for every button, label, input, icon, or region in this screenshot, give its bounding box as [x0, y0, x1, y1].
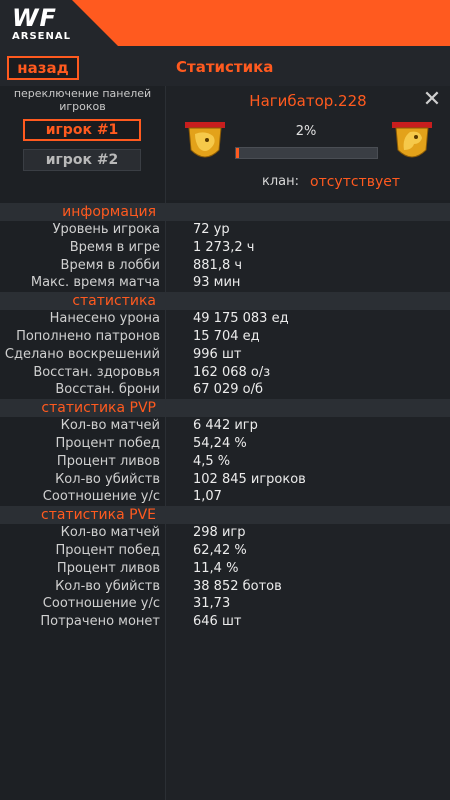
stat-value: 62,42 %	[193, 542, 247, 558]
player-2-button[interactable]: игрок #2	[23, 149, 141, 171]
stat-value: 67 029 о/б	[193, 382, 263, 398]
stat-value: 162 068 о/з	[193, 364, 271, 380]
stat-label: Процент побед	[55, 435, 161, 451]
stat-label: Время в игре	[69, 239, 160, 255]
stat-value: 1 273,2 ч	[193, 239, 255, 255]
section-header-bg-right	[166, 399, 450, 418]
stat-value: 93 мин	[193, 275, 241, 291]
lion-emblem-icon	[185, 122, 225, 158]
stat-row: Потрачено монет 646 шт	[0, 613, 450, 631]
stat-label: Процент побед	[55, 542, 161, 558]
stat-label: Кол-во матчей	[60, 418, 160, 434]
back-button[interactable]: назад	[7, 56, 79, 80]
player-switch-label: переключение панелей игроков	[13, 87, 152, 113]
stat-row: Время в лобби 881,8 ч	[0, 257, 450, 275]
page-title: Статистика	[176, 58, 274, 76]
stat-label: Кол-во матчей	[60, 525, 160, 541]
stat-value: 996 шт	[193, 346, 242, 362]
stat-label: Потрачено монет	[40, 614, 160, 630]
stat-row: Кол-во матчей 298 игр	[0, 524, 450, 542]
stat-row: Кол-во убийств 38 852 ботов	[0, 578, 450, 596]
stat-row: Кол-во убийств 102 845 игроков	[0, 471, 450, 489]
section-header-bg-right	[166, 506, 450, 525]
stat-label: Процент ливов	[56, 560, 160, 576]
section-title: статистика PVE	[41, 507, 156, 524]
section-title: информация	[62, 204, 156, 220]
stat-value: 298 игр	[193, 525, 246, 541]
stat-label: Время в лобби	[60, 257, 160, 273]
stat-value: 646 шт	[193, 614, 242, 630]
stat-row: Процент побед 62,42 %	[0, 542, 450, 560]
horse-emblem-icon	[392, 122, 432, 158]
section-header-bg-right	[166, 292, 450, 311]
section-header: статистика	[0, 292, 450, 311]
stat-label: Соотношение у/с	[42, 596, 160, 612]
stat-row: Время в игре 1 273,2 ч	[0, 239, 450, 257]
stat-row: Восстан. здоровья 162 068 о/з	[0, 364, 450, 382]
stat-value: 1,07	[193, 489, 222, 505]
stat-value: 72 ур	[193, 222, 230, 237]
stat-row: Макс. время матча 93 мин	[0, 274, 450, 292]
player-1-button[interactable]: игрок #1	[23, 119, 141, 141]
stat-value: 11,4 %	[193, 560, 239, 576]
stat-value: 31,73	[193, 596, 231, 612]
stat-label: Процент ливов	[56, 453, 160, 469]
section-header-bg-right	[166, 203, 450, 221]
clan-value: отсутствует	[310, 174, 401, 190]
level-progress-bar	[235, 147, 378, 159]
section-header: статистика PVP	[0, 399, 450, 418]
stat-value: 102 845 игроков	[193, 471, 306, 487]
stat-row: Нанесено урона 49 175 083 ед	[0, 310, 450, 328]
stat-row: Процент ливов 11,4 %	[0, 560, 450, 578]
section-header: статистика PVE	[0, 506, 450, 525]
stat-label: Кол-во убийств	[55, 578, 160, 594]
stat-row: Сделано воскрешений 996 шт	[0, 346, 450, 364]
stat-label: Макс. время матча	[30, 275, 160, 291]
logo-subtitle: ARSENAL	[12, 31, 71, 42]
level-progress-text: 2%	[295, 124, 317, 139]
stat-value: 49 175 083 ед	[193, 311, 289, 327]
stat-label: Уровень игрока	[52, 222, 160, 237]
section-header: информация	[0, 203, 450, 221]
stat-label: Восстан. брони	[55, 382, 160, 398]
stat-row: Уровень игрока 72 ур	[0, 221, 450, 239]
level-progress-fill	[236, 148, 239, 158]
stat-row: Восстан. брони 67 029 о/б	[0, 381, 450, 399]
stat-label: Восстан. здоровья	[33, 364, 160, 380]
stats-list: информация Уровень игрока 72 ур Время в игр…	[0, 203, 450, 631]
stat-value: 15 704 ед	[193, 328, 260, 344]
stat-row: Соотношение у/с 1,07	[0, 488, 450, 506]
stat-value: 881,8 ч	[193, 257, 243, 273]
stat-row: Процент побед 54,24 %	[0, 435, 450, 453]
stat-value: 4,5 %	[193, 453, 231, 469]
stat-label: Нанесено урона	[49, 311, 160, 327]
stat-row: Кол-во матчей 6 442 игр	[0, 417, 450, 435]
player-nickname: Нагибатор.228	[249, 92, 367, 110]
stat-row: Процент ливов 4,5 %	[0, 453, 450, 471]
stat-value: 54,24 %	[193, 435, 247, 451]
stat-row: Соотношение у/с 31,73	[0, 595, 450, 613]
stat-row: Пополнено патронов 15 704 ед	[0, 328, 450, 346]
section-title: статистика	[72, 293, 156, 310]
stat-label: Пополнено патронов	[16, 328, 160, 344]
stat-value: 38 852 ботов	[193, 578, 282, 594]
stat-value: 6 442 игр	[193, 418, 258, 434]
stat-label: Соотношение у/с	[42, 489, 160, 505]
section-title: статистика PVP	[41, 400, 156, 417]
clan-label: клан:	[262, 174, 300, 189]
stat-label: Кол-во убийств	[55, 471, 160, 487]
stat-label: Сделано воскрешений	[4, 346, 160, 362]
logo: WF	[12, 4, 57, 32]
close-icon[interactable]: ✕	[422, 89, 442, 111]
